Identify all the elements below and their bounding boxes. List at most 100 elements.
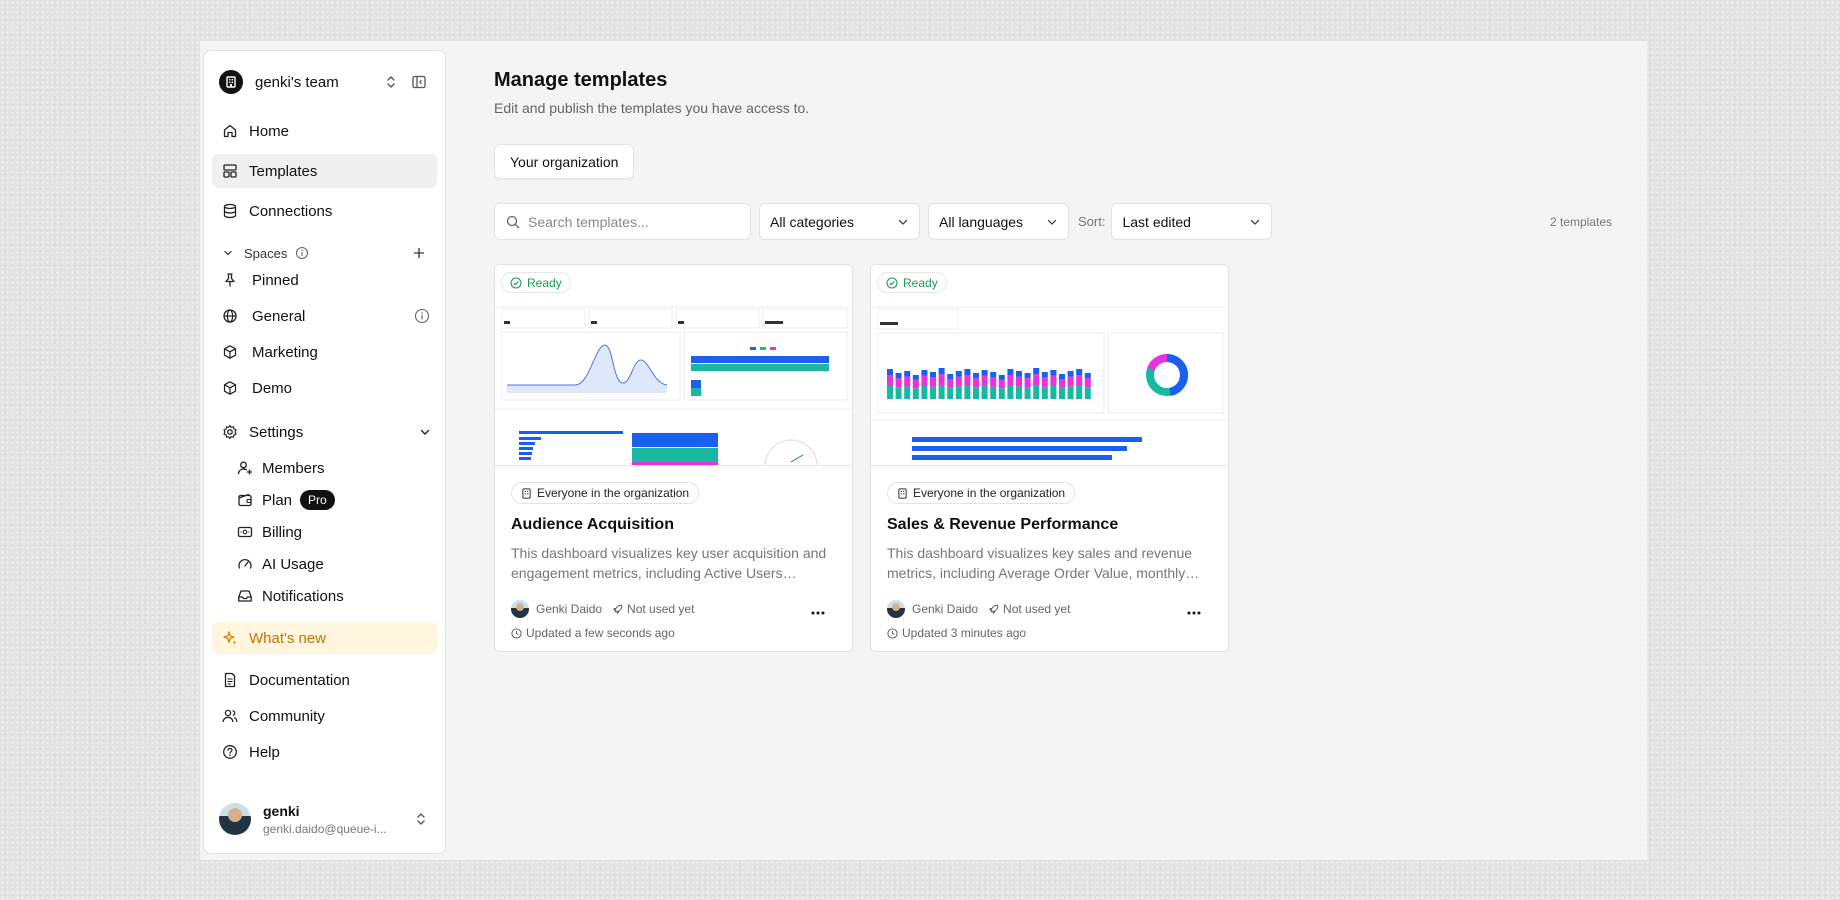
preview-bar-segment (887, 369, 893, 375)
preview-bar-segment (930, 386, 936, 399)
preview-bar-segment (1059, 387, 1065, 399)
sidebar-item-notifications[interactable]: Notifications (237, 582, 437, 610)
preview-bar-segment (1067, 376, 1074, 387)
preview-bar-segment (973, 387, 979, 399)
template-grid: Ready Everyone in the organization Audie… (494, 264, 1229, 652)
sidebar-item-home[interactable]: Home (212, 114, 437, 148)
sidebar-item-whats-new[interactable]: What's new (212, 622, 437, 654)
preview-bar-segment (904, 371, 911, 377)
preview-bar-segment (1084, 378, 1091, 388)
sidebar-item-community[interactable]: Community (212, 699, 437, 733)
user-menu[interactable]: genki genki.daido@queue-i... (219, 799, 433, 839)
more-options-icon[interactable] (808, 606, 828, 620)
preview-bar-segment (938, 374, 945, 386)
sidebar-item-label: Plan (262, 491, 293, 509)
category-select[interactable]: All categories (759, 203, 920, 240)
filter-toolbar: All categories All languages Sort: Last … (494, 203, 1612, 240)
author-name: Genki Daido (536, 602, 603, 616)
status-badge: Ready (877, 272, 947, 293)
cube-icon (222, 380, 238, 396)
sidebar-item-templates[interactable]: Templates (212, 154, 437, 188)
preview-bar-segment (955, 386, 962, 399)
sidebar-toggle-icon[interactable] (405, 68, 433, 96)
sidebar-item-ai-usage[interactable]: AI Usage (237, 550, 437, 578)
preview-bar-segment (1076, 375, 1083, 386)
sidebar-item-plan[interactable]: Plan Pro (237, 486, 437, 514)
category-select-value: All categories (770, 213, 855, 230)
check-circle-icon (510, 276, 522, 289)
sidebar-item-connections[interactable]: Connections (212, 194, 437, 228)
building-icon (522, 487, 531, 499)
chevrons-up-down-icon[interactable] (377, 68, 405, 96)
preview-bar-segment (904, 386, 911, 399)
sidebar-item-label: Marketing (252, 343, 318, 361)
sidebar-item-pinned[interactable]: Pinned (212, 263, 437, 297)
sidebar-item-demo[interactable]: Demo (212, 371, 437, 405)
sidebar-item-general[interactable]: General (212, 299, 437, 333)
chevron-down-icon[interactable] (222, 247, 234, 259)
sidebar-item-billing[interactable]: Billing (237, 518, 437, 546)
spaces-section-header[interactable]: Spaces (222, 242, 433, 264)
preview-bar-segment (887, 375, 893, 386)
card-title[interactable]: Sales & Revenue Performance (887, 516, 1212, 534)
preview-bar-segment (930, 377, 936, 387)
preview-bar-segment (1033, 368, 1040, 375)
access-chip: Everyone in the organization (511, 482, 700, 504)
layout-icon (222, 163, 238, 179)
sidebar-item-documentation[interactable]: Documentation (212, 663, 437, 697)
sort-select[interactable]: Last edited (1111, 203, 1273, 240)
preview-bar-segment (955, 376, 962, 387)
main-content: Manage templates Edit and publish the te… (494, 41, 1647, 860)
preview-bar-segment (1016, 371, 1022, 377)
usage-label: Not used yet (627, 602, 695, 616)
preview-bar-segment (938, 368, 945, 375)
preview-bar-segment (1007, 375, 1014, 386)
template-card[interactable]: Ready (870, 264, 1229, 652)
team-switcher[interactable]: genki's team (219, 67, 433, 97)
chevrons-up-down-icon[interactable] (415, 812, 427, 826)
preview-bar-segment (921, 385, 928, 399)
card-description: This dashboard visualizes key sales and … (887, 545, 1200, 581)
preview-bar-segment (904, 376, 911, 387)
preview-bar-segment (981, 385, 988, 399)
status-label: Ready (903, 275, 938, 290)
rocket-icon (613, 604, 623, 614)
preview-bar-segment (973, 373, 979, 379)
language-select-value: All languages (939, 213, 1024, 230)
preview-bar-segment (912, 379, 919, 389)
sidebar-item-settings[interactable]: Settings (212, 415, 437, 449)
preview-bar-segment (990, 372, 997, 378)
sidebar-item-members[interactable]: Members (237, 454, 437, 482)
add-space-icon[interactable] (413, 247, 425, 259)
card-title[interactable]: Audience Acquisition (511, 516, 836, 534)
cube-icon (222, 344, 238, 360)
preview-bar-segment (1041, 377, 1048, 387)
preview-bar-segment (998, 375, 1005, 380)
gear-icon (222, 424, 238, 440)
preview-bar-segment (1033, 385, 1040, 399)
sidebar-item-help[interactable]: Help (212, 735, 437, 769)
language-select[interactable]: All languages (928, 203, 1069, 240)
preview-bar-segment (1016, 376, 1022, 387)
sort-select-value: Last edited (1122, 213, 1191, 230)
preview-bar-segment (1024, 373, 1031, 379)
info-icon[interactable] (295, 246, 309, 260)
rocket-icon (989, 604, 999, 614)
template-card[interactable]: Ready (494, 264, 853, 652)
sidebar-item-label: Home (249, 122, 290, 140)
preview-bar-segment (912, 388, 919, 399)
tab-your-organization[interactable]: Your organization (494, 144, 635, 179)
more-options-icon[interactable] (1184, 606, 1204, 620)
search-input[interactable] (528, 213, 728, 230)
preview-bar-segment (895, 378, 902, 388)
gauge-icon (237, 556, 253, 572)
search-box[interactable] (494, 203, 751, 240)
status-label: Ready (527, 275, 562, 290)
team-name: genki's team (255, 73, 339, 91)
sidebar-item-marketing[interactable]: Marketing (212, 335, 437, 369)
chevron-down-icon[interactable] (419, 426, 431, 438)
template-preview-image: Ready (871, 265, 1228, 466)
globe-icon (222, 308, 238, 324)
check-circle-icon (886, 276, 898, 289)
info-icon[interactable] (414, 308, 430, 324)
